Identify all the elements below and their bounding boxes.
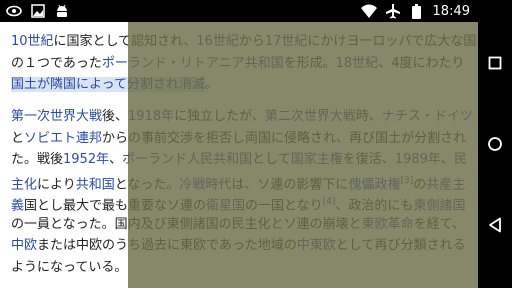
paragraph-2: 第一次世界大戦後、1918年に独立したが、第二次世界大戦時、ナチス・ドイツ とソビ… (11, 106, 473, 279)
article-link[interactable]: 10世紀 (11, 34, 54, 49)
article-link[interactable]: 1918年 (128, 109, 174, 124)
article-text: と (11, 130, 25, 146)
article-link[interactable]: 冷戦時代 (179, 177, 231, 192)
status-left-icons (6, 3, 70, 19)
citation-link[interactable]: [3] (400, 176, 413, 186)
article-text: の (413, 176, 427, 192)
text-line: ようになっている。 (11, 257, 471, 279)
article-text: から (238, 34, 265, 49)
article-text: からの事前交渉を拒否し両国に侵略され、再び国土が分割され (102, 130, 467, 146)
article-link[interactable]: 1989年 (395, 152, 441, 167)
battery-icon (409, 3, 425, 19)
home-button[interactable] (487, 136, 503, 152)
clock: 18:49 (432, 3, 470, 19)
article-link[interactable]: 東欧革命 (362, 217, 414, 232)
article-link[interactable]: 第二次世界大戦 (265, 109, 356, 124)
circle-icon (488, 137, 502, 151)
text-line: とソビエト連邦からの事前交渉を拒否し両国に侵略され、再び国土が分割され (11, 128, 471, 150)
article-text: に独立したが、 (174, 109, 265, 124)
triangle-back-icon (489, 217, 501, 233)
text-line: 義国とし最大で最も重要なソ連の衛星国の一国となり[4]、政治的にも東側諸国 (11, 192, 471, 214)
article-link[interactable]: 東側諸国 (413, 198, 465, 213)
article-link[interactable]: ナチス・ドイツ (382, 109, 473, 124)
back-button[interactable] (487, 217, 503, 233)
article-text: を経て、 (413, 216, 465, 232)
article-text: ようになっている。 (11, 259, 128, 275)
airplane-icon (385, 3, 401, 19)
eye-icon (6, 3, 22, 19)
navigation-bar (478, 0, 512, 288)
text-line: 国土が隣国によって分割され消滅。 (11, 74, 471, 96)
text-line: 第一次世界大戦後、1918年に独立したが、第二次世界大戦時、ナチス・ドイツ (11, 106, 473, 128)
article-text: 国とし最大で最も重要なソ連の (24, 198, 207, 214)
article-link[interactable]: 国家主権 (291, 152, 343, 167)
article-link[interactable]: 中欧 (11, 238, 37, 253)
article-text: を形成。 (283, 55, 336, 71)
article-link[interactable]: 義 (11, 198, 24, 213)
citation-link[interactable]: [4] (323, 197, 336, 207)
article-link[interactable]: ポーランド・リトアニア共和国 (102, 56, 284, 71)
article-link[interactable]: 共和国 (76, 177, 115, 192)
article-text: として (252, 152, 291, 167)
article-link[interactable]: 民 (454, 152, 467, 167)
article-link[interactable]: 国土が隣国によって分割され消滅 (11, 77, 205, 92)
article-link[interactable]: 第一次世界大戦 (11, 109, 102, 124)
article-link[interactable]: ソビエト連邦 (24, 131, 102, 146)
article-content[interactable]: 10世紀に国家として認知され、16世紀から17世紀にかけヨーロッパで広大な国 の１… (0, 22, 478, 288)
article-text: た。戦後 (11, 152, 64, 167)
text-line: 中欧または中欧のうち過去に東欧であった地域の中東欧として再び分類される (11, 235, 471, 257)
article-text: 後、 (102, 109, 129, 124)
article-text: により (37, 176, 76, 192)
status-bar: 18:49 (0, 0, 478, 22)
image-icon (30, 3, 46, 19)
article-text: に国家として認知され、 (53, 34, 197, 49)
square-icon (488, 56, 502, 70)
article-text: となった。 (114, 176, 180, 192)
article-text: 時、 (355, 109, 382, 124)
text-line: の一員となった。国内及び東側諸国の民主化とソ連の崩壊と東欧革命を経て、 (11, 214, 471, 236)
article-link[interactable]: 傀儡政権 (348, 177, 400, 192)
article-link[interactable]: 18世紀 (336, 56, 379, 71)
article-text: 、 (440, 152, 454, 167)
article-text: の一国となり (245, 198, 323, 214)
status-right-icons: 18:49 (360, 2, 470, 20)
android-icon (54, 3, 70, 19)
article-link[interactable]: ポーランド人民共和国 (122, 152, 252, 167)
article-text: または中欧のうち過去に東欧であった地域の (37, 238, 297, 253)
article-text: 。 (204, 77, 218, 92)
article-text: として再び分類される (335, 238, 466, 253)
article-text: は、ソ連の影響下に (231, 176, 349, 192)
recents-button[interactable] (487, 55, 503, 71)
article-link[interactable]: 17世紀 (265, 34, 308, 49)
article-link[interactable]: 16世紀 (196, 34, 239, 49)
article-link[interactable]: 中東欧 (297, 238, 336, 253)
article-link[interactable]: 1952年 (63, 152, 109, 167)
article-link[interactable]: 共産主 (426, 177, 465, 192)
article-text: 、 (109, 152, 123, 167)
text-line: 主化により共和国となった。冷戦時代は、ソ連の影響下に傀儡政権[3]の共産主 (11, 171, 471, 193)
article-text: 、政治的にも (335, 198, 414, 214)
text-line: た。戦後1952年、ポーランド人民共和国として国家主権を復活、1989年、民 (11, 149, 471, 171)
article-link[interactable]: 衛星国 (206, 198, 245, 213)
article-link[interactable]: 主化 (11, 177, 37, 192)
article-text: の一員となった。国内及び東側諸国の民主化とソ連の崩壊と (11, 216, 362, 232)
article-text: の１つであった (11, 55, 102, 71)
article-text: を復活、 (342, 152, 395, 167)
wifi-icon (360, 3, 377, 19)
article-text: 、4度にわたり (378, 55, 465, 71)
text-line: の１つであったポーランド・リトアニア共和国を形成。18世紀、4度にわたり (11, 53, 471, 75)
text-line: 10世紀に国家として認知され、16世紀から17世紀にかけヨーロッパで広大な国 (11, 31, 476, 53)
article-text: にかけヨーロッパで広大な国 (307, 34, 477, 49)
paragraph-1: 10世紀に国家として認知され、16世紀から17世紀にかけヨーロッパで広大な国 の１… (11, 31, 476, 96)
